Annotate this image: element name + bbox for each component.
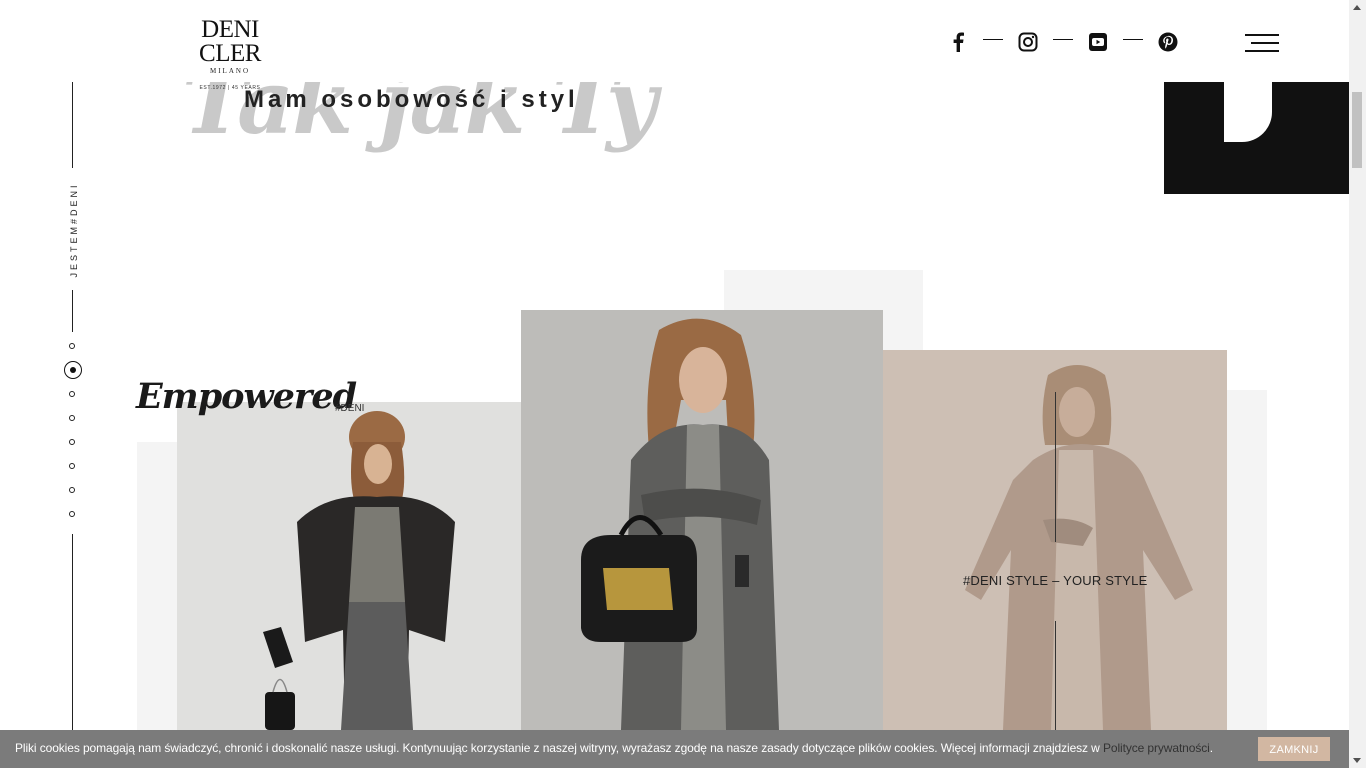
- pinterest-icon[interactable]: [1156, 30, 1180, 54]
- cookie-consent-bar: Pliki cookies pomagają nam świadczyć, ch…: [0, 730, 1349, 768]
- section-dot-active[interactable]: [64, 361, 82, 379]
- empowered-heading: Empowered: [136, 376, 357, 417]
- section-dot[interactable]: [69, 439, 75, 445]
- section-dot[interactable]: [69, 487, 75, 493]
- side-rail-line: [72, 290, 73, 332]
- facebook-icon[interactable]: [946, 30, 970, 54]
- youtube-icon[interactable]: [1086, 30, 1110, 54]
- section-dot[interactable]: [69, 415, 75, 421]
- side-rail-line: [72, 534, 73, 730]
- lookbook-photo-1[interactable]: [177, 402, 521, 730]
- section-dot[interactable]: [69, 511, 75, 517]
- lookbook-photo-2[interactable]: [521, 310, 883, 730]
- close-cookie-button[interactable]: ZAMKNIJ: [1258, 737, 1330, 761]
- privacy-policy-link[interactable]: Polityce prywatności: [1103, 741, 1210, 755]
- menu-hamburger-icon[interactable]: [1245, 34, 1279, 52]
- logo-est: EST.1972 | 45 YEARS: [199, 85, 261, 91]
- social-separator: [1053, 38, 1073, 40]
- social-separator: [983, 38, 1003, 40]
- scroll-down-arrow-icon[interactable]: [1353, 758, 1361, 763]
- logo-brand: DENI CLER: [199, 16, 261, 67]
- deni-style-caption[interactable]: #DENI STYLE – YOUR STYLE: [963, 573, 1147, 588]
- social-separator: [1123, 38, 1143, 40]
- cookie-text: Pliki cookies pomagają nam świadczyć, ch…: [15, 741, 1213, 755]
- side-rail-label: JESTEM#DENI: [69, 182, 79, 278]
- section-dot[interactable]: [69, 463, 75, 469]
- caption-line: [1055, 621, 1056, 730]
- side-rail-line: [72, 82, 73, 168]
- caption-line: [1055, 392, 1056, 542]
- section-dot[interactable]: [69, 343, 75, 349]
- cookie-suffix: .: [1209, 741, 1213, 755]
- section-dot[interactable]: [69, 391, 75, 397]
- cookie-message: Pliki cookies pomagają nam świadczyć, ch…: [15, 741, 1103, 755]
- social-links: [946, 30, 1180, 54]
- instagram-icon[interactable]: [1016, 30, 1040, 54]
- deni-cler-logo[interactable]: DENI CLER MILANO EST.1972 | 45 YEARS: [168, 16, 292, 91]
- scroll-up-arrow-icon[interactable]: [1353, 5, 1361, 10]
- hero-title: Mam osobowość i styl: [244, 86, 579, 113]
- scrollbar-thumb[interactable]: [1352, 92, 1362, 168]
- page-scrollbar[interactable]: [1349, 0, 1366, 768]
- logo-city: MILANO: [210, 67, 250, 75]
- site-header: DENI CLER MILANO EST.1972 | 45 YEARS: [0, 0, 1349, 91]
- deni-hashtag: #DENI: [335, 403, 365, 414]
